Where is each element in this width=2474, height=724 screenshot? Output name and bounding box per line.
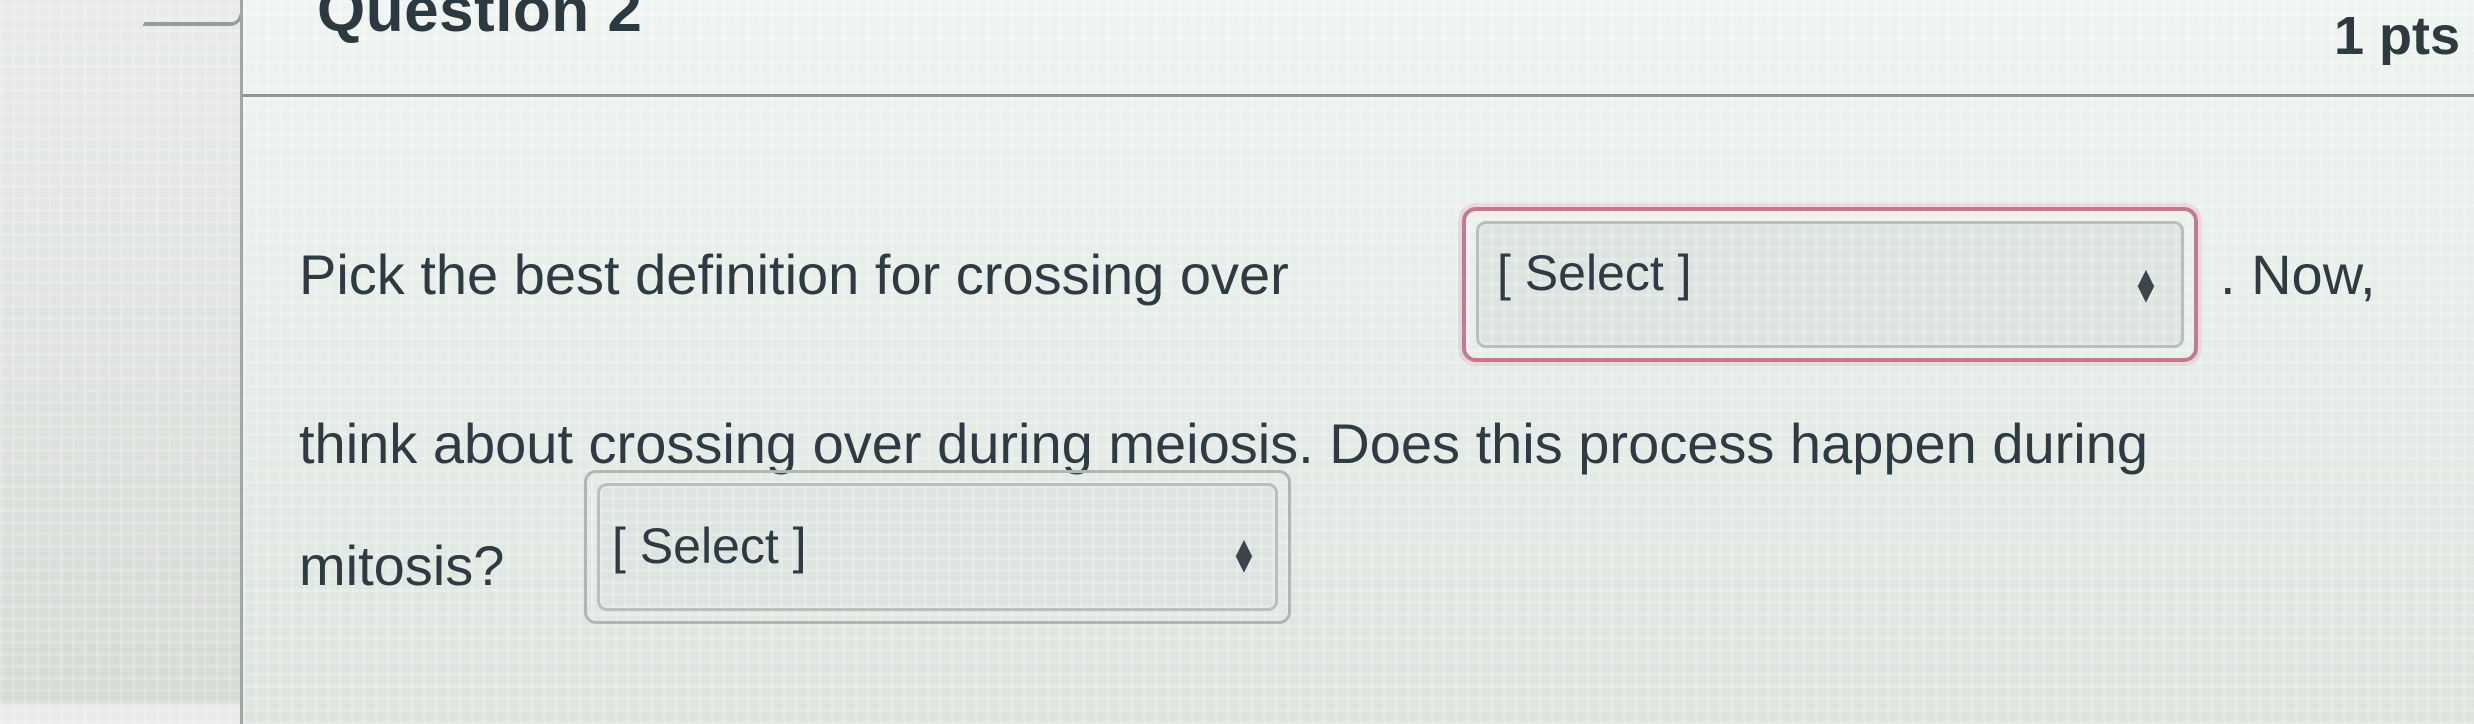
arrow-down-icon: ▼ xyxy=(2137,281,2155,306)
question-body: Pick the best definition for crossing ov… xyxy=(299,202,2439,632)
mitosis-select-field[interactable]: [ Select ] ▲ ▼ xyxy=(597,483,1278,611)
quiz-page: Question 2 1 pts Pick the best definitio… xyxy=(0,0,2474,724)
crossing-over-definition-select-field[interactable]: [ Select ] ▲ ▼ xyxy=(1476,221,2184,348)
points-value: 1 pts xyxy=(2333,6,2460,66)
mitosis-select[interactable]: [ Select ] ▲ ▼ xyxy=(584,470,1291,624)
mitosis-select-value: [ Select ] xyxy=(612,518,807,574)
sort-arrows-icon: ▲ ▼ xyxy=(1235,537,1253,578)
sort-arrows-icon: ▲ ▼ xyxy=(2137,267,2155,308)
question-corner-tab xyxy=(142,0,254,26)
crossing-over-definition-select[interactable]: [ Select ] ▲ ▼ xyxy=(1462,207,2198,362)
question-text-part-1: Pick the best definition for crossing ov… xyxy=(299,243,1289,306)
question-card: Question 2 1 pts Pick the best definitio… xyxy=(240,0,2474,724)
question-text-part-2: . Now, xyxy=(2220,243,2376,306)
crossing-over-definition-select-value: [ Select ] xyxy=(1497,245,1692,301)
question-title: Question 2 xyxy=(317,0,643,45)
question-text-part-4: mitosis? xyxy=(299,534,505,597)
arrow-down-icon: ▼ xyxy=(1235,551,1253,576)
question-header: Question 2 1 pts xyxy=(243,0,2474,97)
question-text-part-3: think about crossing over during meiosis… xyxy=(299,412,2149,475)
